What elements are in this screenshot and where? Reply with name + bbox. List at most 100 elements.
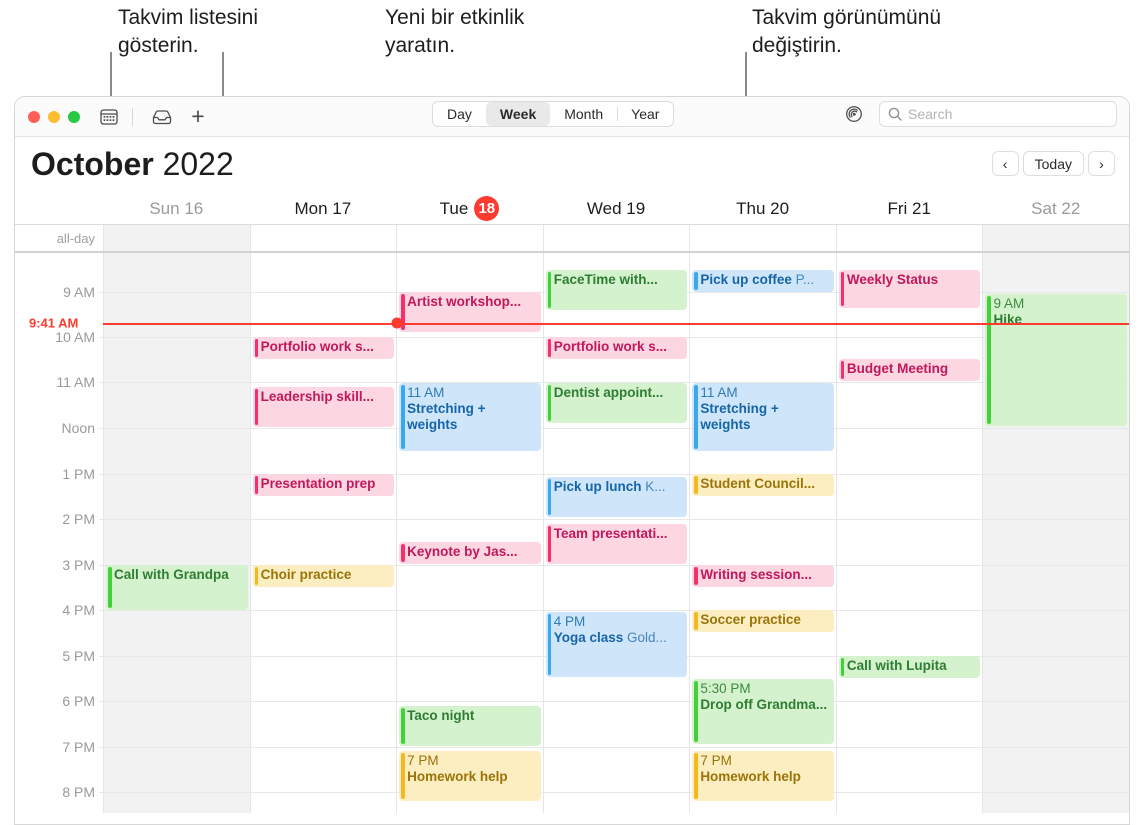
calendar-event[interactable]: Pick up coffee P... [692, 270, 834, 292]
event-title: Call with Grandpa [114, 567, 229, 582]
day-header-6[interactable]: Sat 22 [982, 193, 1129, 224]
calendar-event[interactable]: Team presentati... [545, 524, 688, 564]
calendar-event[interactable]: Call with Grandpa [106, 565, 248, 610]
search-input[interactable]: Search [879, 101, 1117, 127]
day-column-1[interactable]: Portfolio work s... Leadership skill... Pr… [249, 253, 397, 813]
calendar-event[interactable]: Dentist appoint... [545, 383, 688, 423]
minimize-button[interactable] [48, 110, 60, 123]
tab-year[interactable]: Year [617, 102, 673, 126]
event-title: Call with Lupita [846, 658, 947, 673]
calendar-event[interactable]: Keynote by Jas... [399, 542, 541, 564]
page-title: October 2022 [31, 146, 234, 183]
airplay-icon[interactable] [843, 103, 865, 125]
day-column-5[interactable]: Weekly Status Budget Meeting Call with Lup… [835, 253, 983, 813]
calendar-event[interactable]: Presentation prep [252, 474, 395, 496]
calendar-event[interactable]: Soccer practice [692, 610, 834, 632]
maximize-button[interactable] [68, 110, 80, 123]
day-column-0[interactable]: Call with Grandpa [103, 253, 250, 813]
all-day-cell-5[interactable] [835, 225, 983, 251]
hour-gridline [250, 747, 397, 748]
calendar-event[interactable]: 11 AM Stretching + weights [399, 383, 541, 451]
event-title: Yoga class Gold... [553, 630, 667, 645]
calendar-event[interactable]: Leadership skill... [252, 387, 395, 427]
day-columns[interactable]: Call with Grandpa Portfolio work s... Lead… [103, 253, 1129, 813]
calendar-event[interactable]: 9 AM Hike [985, 294, 1128, 426]
calendar-event[interactable]: Portfolio work s... [252, 337, 395, 359]
day-column-4[interactable]: Pick up coffee P... 11 AM Stretching + wei… [689, 253, 836, 813]
hour-gridline [983, 656, 1129, 657]
event-title: Hike [993, 312, 1022, 327]
day-header-0[interactable]: Sun 16 [103, 193, 250, 224]
calendar-event[interactable]: 4 PM Yoga class Gold... [545, 612, 688, 677]
all-day-cell-1[interactable] [249, 225, 397, 251]
calendar-event[interactable]: Choir practice [252, 565, 395, 587]
day-header-label: Fri 21 [887, 198, 931, 218]
day-column-6[interactable]: 9 AM Hike [982, 253, 1129, 813]
day-header-4[interactable]: Thu 20 [689, 193, 836, 224]
day-column-2[interactable]: Artist workshop... 11 AM Stretching + weig… [396, 253, 543, 813]
hour-gridline [690, 747, 836, 748]
calendar-event[interactable]: Budget Meeting [838, 359, 981, 381]
calendar-event[interactable]: Writing session... [692, 565, 834, 587]
all-day-cell-4[interactable] [689, 225, 836, 251]
calendar-event[interactable]: Student Council... [692, 474, 834, 496]
hour-gridline [543, 519, 690, 520]
day-header-label: Wed 19 [586, 198, 646, 218]
day-header-2[interactable]: Tue 18 [396, 193, 543, 224]
hour-gridline [250, 519, 397, 520]
tab-day[interactable]: Day [433, 102, 486, 126]
tab-month[interactable]: Month [550, 102, 617, 126]
hour-gridline [397, 337, 543, 338]
event-time: 7 PM [407, 753, 439, 768]
day-header-1[interactable]: Mon 17 [250, 193, 397, 224]
tab-week[interactable]: Week [485, 102, 551, 126]
hour-gridline [836, 747, 983, 748]
close-button[interactable] [28, 110, 40, 123]
calendar-event[interactable]: FaceTime with... [545, 270, 688, 310]
hour-gridline [250, 292, 397, 293]
day-header-3[interactable]: Wed 19 [543, 193, 690, 224]
inbox-icon[interactable] [151, 106, 173, 128]
calendar-event[interactable]: 5:30 PM Drop off Grandma... [692, 679, 834, 744]
hour-gridline [836, 382, 983, 383]
hour-gridline [983, 428, 1129, 429]
calendar-event[interactable]: Pick up lunch K... [545, 477, 688, 517]
hour-gridline [397, 474, 543, 475]
calendar-event[interactable]: 11 AM Stretching + weights [692, 383, 834, 451]
calendar-event[interactable]: Portfolio work s... [545, 337, 688, 359]
hour-gridline [543, 610, 690, 611]
hour-gridline [543, 428, 690, 429]
all-day-cell-6[interactable] [982, 225, 1129, 251]
calendar-event[interactable]: Artist workshop... [399, 292, 541, 332]
view-segmented-control[interactable]: Day Week Month Year [432, 101, 675, 127]
all-day-cell-3[interactable] [542, 225, 690, 251]
calendar-event[interactable]: Taco night [399, 706, 541, 746]
all-day-cell-0[interactable] [103, 225, 250, 251]
event-time: 9 AM [993, 296, 1025, 311]
hour-gridline [104, 337, 250, 338]
next-week-button[interactable]: › [1088, 151, 1115, 176]
event-location: P... [791, 272, 815, 287]
day-column-3[interactable]: FaceTime with... Portfolio work s... Denti… [542, 253, 690, 813]
event-title: Presentation prep [260, 476, 376, 491]
previous-week-button[interactable]: ‹ [991, 151, 1019, 176]
calendar-event[interactable]: Call with Lupita [838, 656, 981, 678]
calendar-icon[interactable] [98, 106, 120, 128]
calendar-event[interactable]: Weekly Status [838, 270, 981, 308]
calendar-event[interactable]: 7 PM Homework help [399, 751, 541, 801]
calendar-event[interactable]: 7 PM Homework help [692, 751, 834, 801]
hour-label-6: 3 PM [62, 557, 95, 573]
time-grid[interactable]: 9 AM 10 AM 11 AM Noon 1 PM 2 PM 3 PM 4 PM 5 PM 6 … [15, 253, 1129, 813]
day-header-5[interactable]: Fri 21 [836, 193, 983, 224]
day-header-row: Sun 16 Mon 17 Tue 18 Wed 19 Thu 20 Fri 21 Sat 2… [15, 193, 1129, 225]
today-button[interactable]: Today [1022, 151, 1084, 176]
window-toolbar: + Day Week Month Year Search [15, 97, 1129, 137]
hour-label-3: Noon [61, 420, 95, 436]
hour-gridline [250, 610, 397, 611]
toolbar-right-group: Search [843, 101, 1117, 127]
all-day-cell-2[interactable] [396, 225, 543, 251]
add-event-button[interactable]: + [187, 105, 209, 128]
event-title: Pick up coffee P... [700, 272, 815, 287]
hour-gridline [397, 565, 543, 566]
hour-gridline [543, 474, 690, 475]
